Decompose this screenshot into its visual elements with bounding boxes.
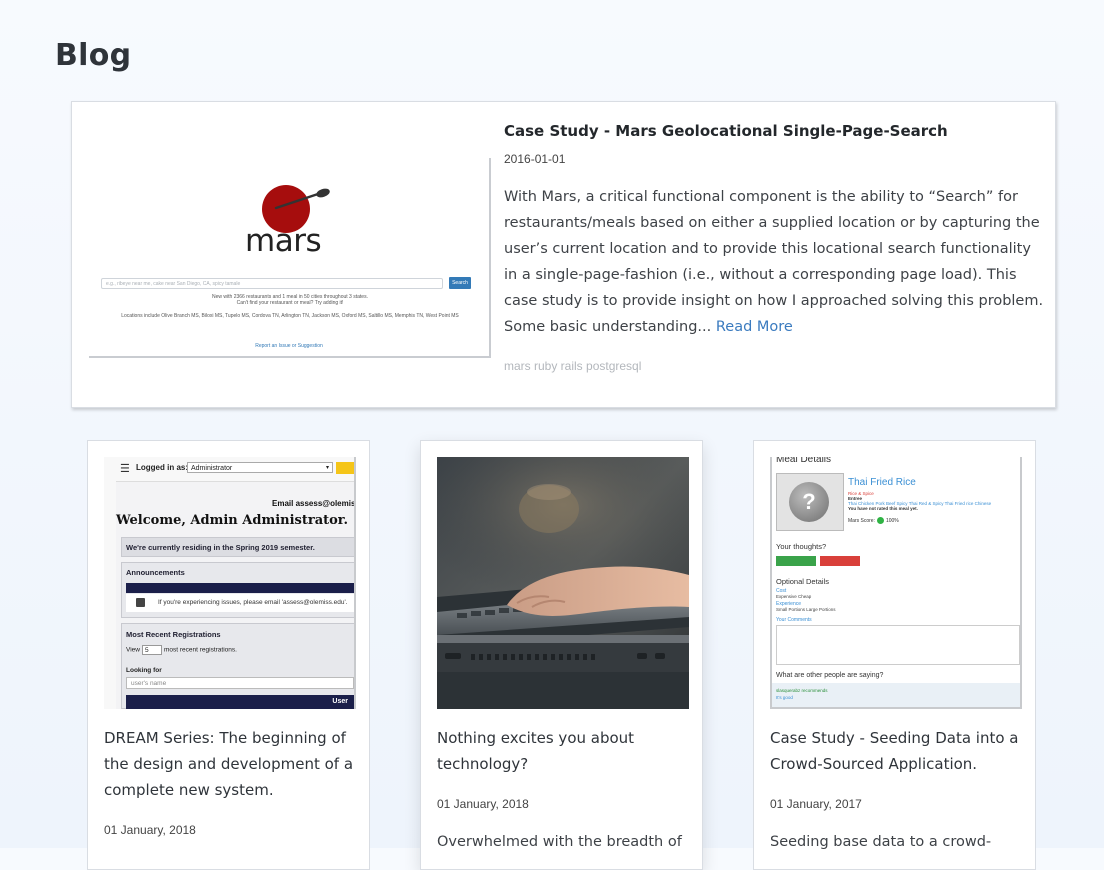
meal-score: Mars Score: 100% xyxy=(848,517,899,524)
view-line: View 5 most recent registrations. xyxy=(126,645,237,655)
featured-post-date: 2016-01-01 xyxy=(504,152,566,166)
role-value: Administrator xyxy=(191,465,233,472)
dream-semester: We're currently residing in the Spring 2… xyxy=(121,537,354,557)
recommend-button xyxy=(776,556,816,566)
view-suffix: most recent registrations. xyxy=(163,646,237,654)
experience-options: Small Portions Large Portions xyxy=(776,607,836,612)
review-user: slasquerabz recommends xyxy=(776,688,828,693)
not-recommend-button xyxy=(820,556,860,566)
post-card-technology[interactable]: Nothing excites you about technology? 01… xyxy=(420,440,703,870)
post-card-image[interactable]: ☰ Logged in as: Administrator ▾ Email ass… xyxy=(104,457,356,709)
score-dot-icon xyxy=(876,517,884,524)
comments-textarea xyxy=(776,625,1020,665)
dream-email: Email assess@olemiss.ed xyxy=(272,499,356,508)
featured-post-excerpt: With Mars, a critical functional compone… xyxy=(504,184,1044,340)
post-card-image[interactable]: Meal Details ? Thai Fried Rice Rice & Sp… xyxy=(770,457,1022,709)
featured-excerpt-text: With Mars, a critical functional compone… xyxy=(504,189,1044,335)
optional-details-label: Optional Details xyxy=(776,577,829,586)
post-card-date: 01 January, 2018 xyxy=(437,797,529,811)
post-card-excerpt: Overwhelmed with the breadth of xyxy=(437,834,682,850)
post-card-title[interactable]: DREAM Series: The beginning of the desig… xyxy=(104,725,354,803)
post-card-image[interactable] xyxy=(437,457,689,709)
mars-search-button: Search xyxy=(449,277,471,289)
mars-logo-text: mars xyxy=(245,223,322,259)
post-card-title[interactable]: Nothing excites you about technology? xyxy=(437,725,687,777)
page-title: Blog xyxy=(55,38,132,73)
meal-rating-note: You have not rated this meal yet. xyxy=(848,506,918,511)
post-card-excerpt: Seeding base data to a crowd- xyxy=(770,834,992,850)
post-card-dream[interactable]: ☰ Logged in as: Administrator ▾ Email ass… xyxy=(87,440,370,870)
post-card-date: 01 January, 2017 xyxy=(770,797,862,811)
announcements-title: Announcements xyxy=(126,568,185,577)
looking-for-label: Looking for xyxy=(126,667,162,674)
others-saying-label: What are other people are saying? xyxy=(776,672,884,679)
meal-details-heading: Meal Details xyxy=(776,457,832,465)
announcements-header-bar xyxy=(126,583,354,593)
recent-title: Most Recent Registrations xyxy=(126,630,221,639)
dream-welcome: Welcome, Admin Administrator. xyxy=(116,513,348,528)
dream-topbar: ☰ Logged in as: Administrator ▾ xyxy=(104,457,354,482)
meal-placeholder-image: ? xyxy=(776,473,844,531)
view-prefix: View xyxy=(126,646,140,654)
featured-post-tags: mars ruby rails postgresql xyxy=(504,359,642,373)
read-more-link[interactable]: Read More xyxy=(716,319,793,335)
meal-dish-name: Thai Fried Rice xyxy=(848,477,916,488)
mars-search-input: e.g., ribeye near me, cake near San Dieg… xyxy=(101,278,443,289)
spoon-icon xyxy=(274,188,330,210)
logged-in-label: Logged in as: xyxy=(136,463,188,472)
dream-left-rail xyxy=(104,481,116,709)
announcement-text: If you're experiencing issues, please em… xyxy=(158,599,348,606)
featured-post-image[interactable]: mars e.g., ribeye near me, cake near San… xyxy=(89,158,491,358)
mars-locations: Locations include Olive Branch MS, Bilox… xyxy=(121,313,459,319)
post-card-title[interactable]: Case Study - Seeding Data into a Crowd-S… xyxy=(770,725,1020,777)
cost-options: Expensive Cheap xyxy=(776,594,812,599)
mars-stats-line2: Can't find your restaurant or meal? Try … xyxy=(236,300,344,306)
megaphone-icon xyxy=(136,598,145,607)
mars-report-link: Report an Issue or Suggestion xyxy=(255,343,323,349)
announcement-row: If you're experiencing issues, please em… xyxy=(126,594,354,612)
thoughts-label: Your thoughts? xyxy=(776,542,827,551)
question-mark-icon: ? xyxy=(789,482,829,522)
laptop-typing-photo xyxy=(437,457,689,709)
chevron-down-icon: ▾ xyxy=(325,465,329,471)
mars-stats: New with 2366 restaurants and 1 meal in … xyxy=(159,294,421,306)
user-table-header: User xyxy=(126,695,354,709)
dream-action-button xyxy=(336,462,354,474)
view-count-input: 5 xyxy=(141,645,162,655)
user-name-input: user's name xyxy=(126,677,354,689)
comments-label: Your Comments xyxy=(776,617,812,623)
featured-post-title[interactable]: Case Study - Mars Geolocational Single-P… xyxy=(504,122,948,140)
review-text: It's good xyxy=(776,695,793,700)
post-card-seeding[interactable]: Meal Details ? Thai Fried Rice Rice & Sp… xyxy=(753,440,1036,870)
meal-score-label: Mars Score: xyxy=(848,517,875,524)
post-card-date: 01 January, 2018 xyxy=(104,823,196,837)
dream-recent-registrations: Most Recent Registrations View 5 most rece… xyxy=(121,623,354,709)
meal-score-value: 100% xyxy=(885,517,899,524)
dream-announcements: Announcements If you're experiencing iss… xyxy=(121,562,354,618)
menu-icon: ☰ xyxy=(120,463,130,475)
featured-post-card[interactable]: mars e.g., ribeye near me, cake near San… xyxy=(71,101,1056,408)
role-select: Administrator ▾ xyxy=(187,462,333,473)
others-review-row: slasquerabz recommends It's good xyxy=(772,683,1020,707)
